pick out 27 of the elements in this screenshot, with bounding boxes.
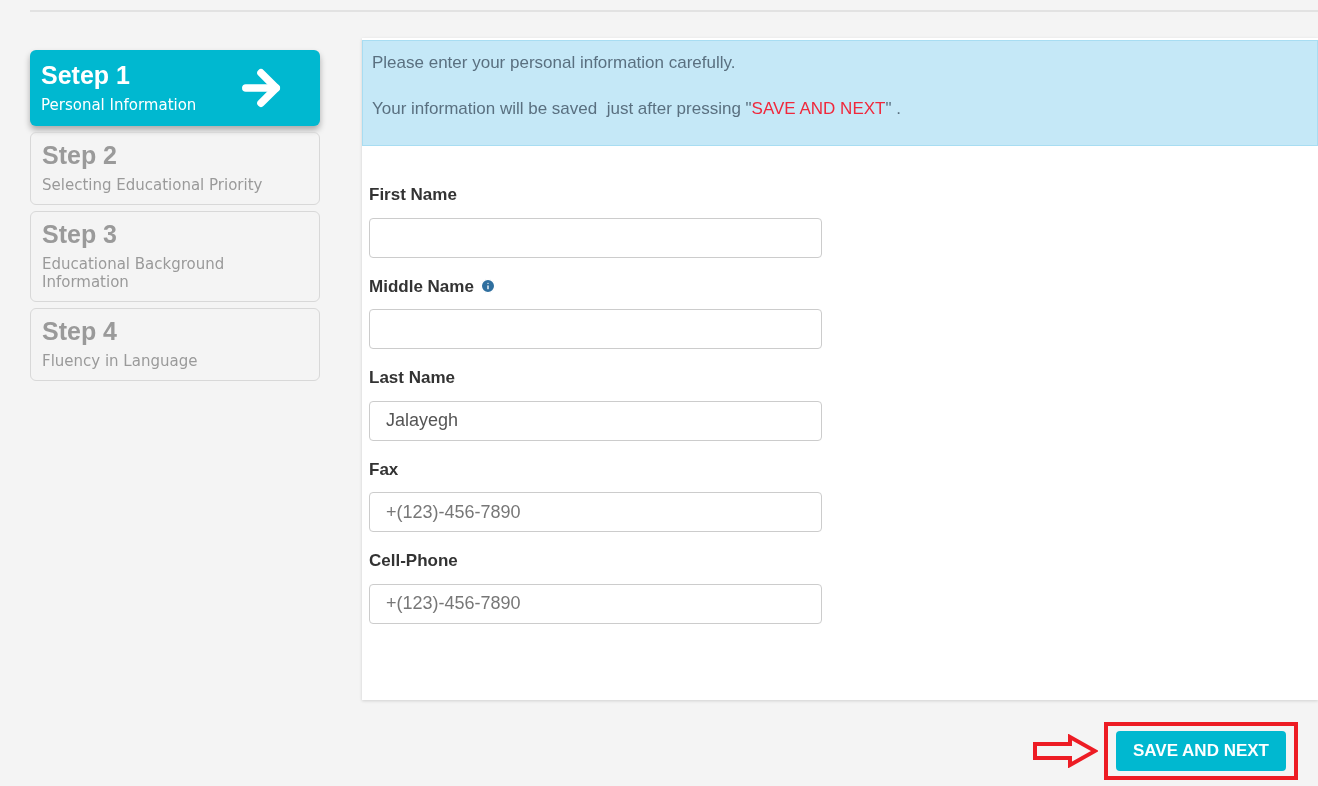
notice-text: Please enter your personal information carefully. — [372, 52, 737, 74]
step-description: Personal Information — [41, 95, 197, 114]
field-label: Cell-Phone — [369, 550, 458, 572]
step-tab[interactable]: Step 3 Educational Background Information — [30, 211, 320, 302]
step-tab[interactable]: Step 2 Selecting Educational Priority — [30, 132, 320, 205]
step-description: Selecting Educational Priority — [42, 176, 263, 194]
step-title: Step 4 — [42, 319, 119, 344]
text-field[interactable]: Jalayegh — [369, 400, 822, 441]
field-label: Fax — [369, 458, 399, 481]
step-tab[interactable]: Setep 1 Personal Information — [30, 50, 320, 126]
step-description: Fluency in Language — [42, 352, 198, 370]
field-label: Last Name — [369, 367, 455, 389]
field-label: First Name — [369, 184, 457, 206]
notice-text: Your information will be saved just after pressing "SAVE AND NEXT" . — [372, 97, 902, 120]
text-field[interactable]: +(123)-456-7890 — [369, 583, 822, 624]
text-field[interactable] — [369, 309, 822, 349]
save-and-next-button[interactable]: SAVE AND NEXT — [1115, 731, 1286, 771]
text-field[interactable]: +(123)-456-7890 — [369, 492, 822, 532]
text-field[interactable] — [369, 217, 822, 258]
step-title: Step 2 — [42, 143, 119, 168]
step-tab[interactable]: Step 4 Fluency in Language — [30, 308, 320, 381]
step-title: Step 3 — [42, 222, 119, 247]
arrow-annotation-icon — [1031, 733, 1098, 768]
field-label: Middle Name — [369, 275, 474, 298]
step-description: Educational Background Information — [42, 255, 226, 291]
info-icon[interactable] — [479, 278, 496, 295]
step-title: Setep 1 — [41, 62, 131, 88]
